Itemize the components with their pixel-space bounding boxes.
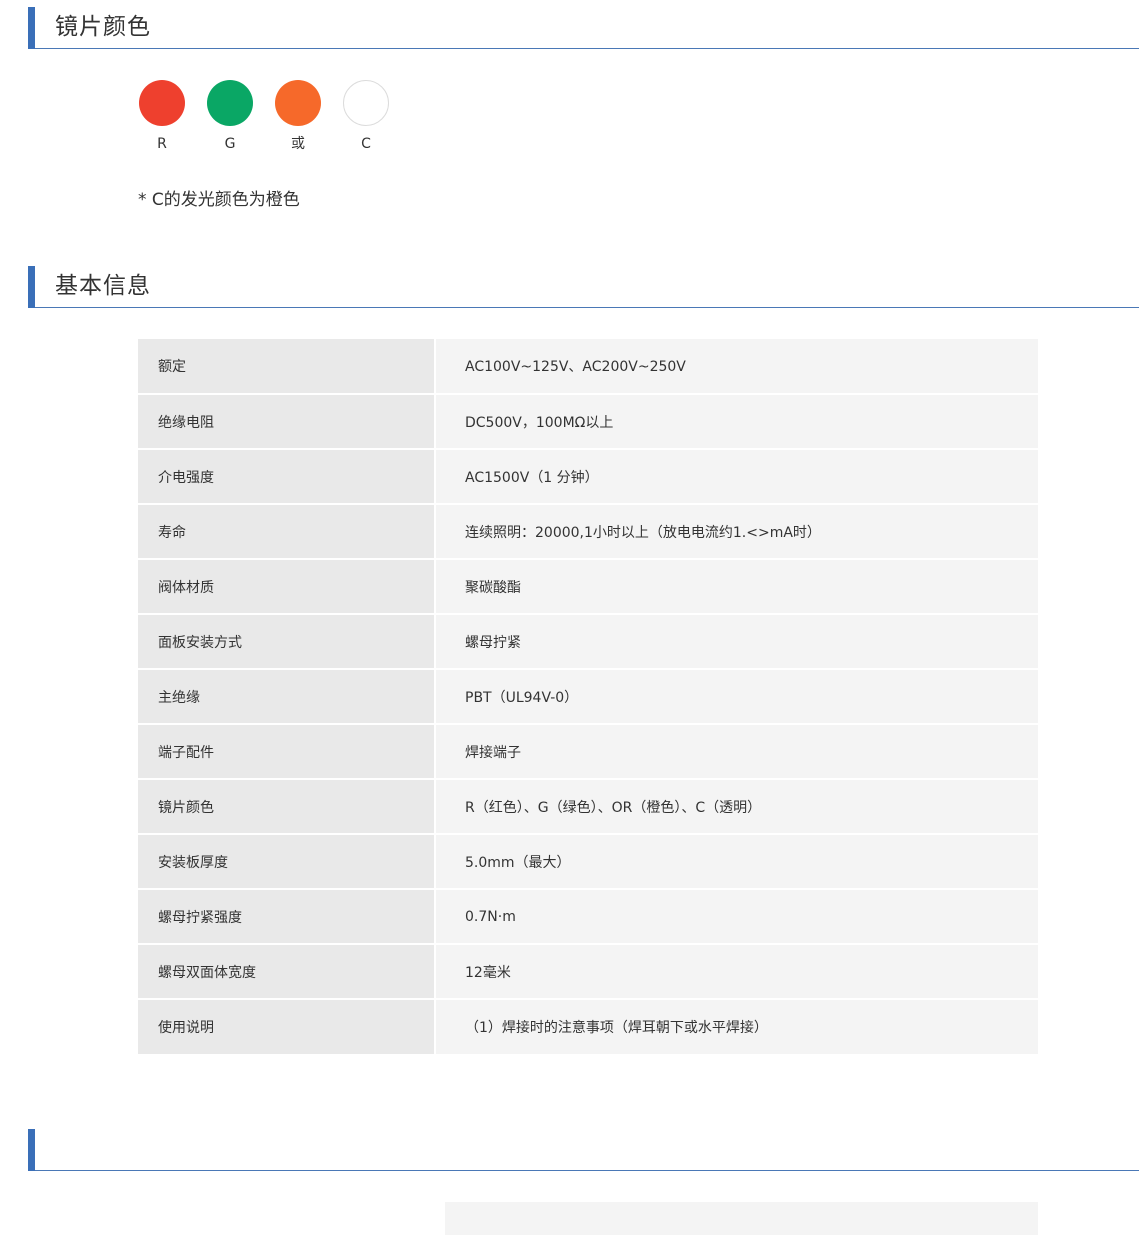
spec-value: 焊接端子 xyxy=(435,724,1038,780)
spec-key: 介电强度 xyxy=(138,449,436,505)
table-row: 镜片颜色 R（红色）、G（绿色）、OR（橙色）、C（透明） xyxy=(138,779,1038,835)
table-row: 主绝缘 PBT（UL94V-0） xyxy=(138,669,1038,725)
next-table-fragment xyxy=(445,1202,1038,1235)
section-accent-bar xyxy=(28,1129,35,1171)
table-row: 面板安装方式 螺母拧紧 xyxy=(138,614,1038,670)
section-header-third xyxy=(28,1129,1139,1171)
spec-value: AC100V~125V、AC200V~250V xyxy=(435,339,1038,395)
section-title: 基本信息 xyxy=(55,273,151,299)
spec-value: 12毫米 xyxy=(435,944,1038,1000)
lens-color-note: * C的发光颜色为橙色 xyxy=(138,190,300,210)
table-row: 寿命 连续照明：20000,1小时以上（放电电流约1.<>mA时） xyxy=(138,504,1038,560)
table-row: 螺母双面体宽度 12毫米 xyxy=(138,944,1038,1000)
section-header-lens-color: 镜片颜色 xyxy=(28,7,1139,49)
spec-value: PBT（UL94V-0） xyxy=(435,669,1038,725)
table-row: 绝缘电阻 DC500V，100MΩ以上 xyxy=(138,394,1038,450)
spec-key: 使用说明 xyxy=(138,999,436,1054)
color-dot xyxy=(275,80,321,126)
spec-key: 螺母双面体宽度 xyxy=(138,944,436,1000)
swatch-label: R xyxy=(157,136,167,152)
color-dot xyxy=(343,80,389,126)
spec-value: 连续照明：20000,1小时以上（放电电流约1.<>mA时） xyxy=(435,504,1038,560)
swatch-green: G xyxy=(206,80,254,152)
swatch-label: 或 xyxy=(291,136,305,152)
spec-table-body: 额定 AC100V~125V、AC200V~250V 绝缘电阻 DC500V，100M… xyxy=(138,339,1038,1054)
table-row: 额定 AC100V~125V、AC200V~250V xyxy=(138,339,1038,395)
color-dot xyxy=(139,80,185,126)
section-accent-bar xyxy=(28,266,35,308)
spec-table: 额定 AC100V~125V、AC200V~250V 绝缘电阻 DC500V，100M… xyxy=(138,339,1038,1054)
table-row: 安装板厚度 5.0mm（最大） xyxy=(138,834,1038,890)
spec-value: AC1500V（1 分钟） xyxy=(435,449,1038,505)
spec-key: 额定 xyxy=(138,339,436,395)
section-title: 镜片颜色 xyxy=(55,14,151,40)
spec-key: 安装板厚度 xyxy=(138,834,436,890)
color-dot xyxy=(207,80,253,126)
spec-key: 寿命 xyxy=(138,504,436,560)
spec-key: 螺母拧紧强度 xyxy=(138,889,436,945)
table-row: 端子配件 焊接端子 xyxy=(138,724,1038,780)
table-row: 使用说明 （1）焊接时的注意事项（焊耳朝下或水平焊接） xyxy=(138,999,1038,1054)
spec-value: 聚碳酸酯 xyxy=(435,559,1038,615)
spec-value: 螺母拧紧 xyxy=(435,614,1038,670)
spec-key: 阀体材质 xyxy=(138,559,436,615)
spec-value: （1）焊接时的注意事项（焊耳朝下或水平焊接） xyxy=(435,999,1038,1054)
spec-key: 镜片颜色 xyxy=(138,779,436,835)
section-accent-bar xyxy=(28,7,35,49)
table-row: 介电强度 AC1500V（1 分钟） xyxy=(138,449,1038,505)
swatch-red: R xyxy=(138,80,186,152)
swatch-label: C xyxy=(361,136,371,152)
spec-key: 面板安装方式 xyxy=(138,614,436,670)
swatch-label: G xyxy=(224,136,236,152)
table-row: 阀体材质 聚碳酸酯 xyxy=(138,559,1038,615)
table-row: 螺母拧紧强度 0.7N·m xyxy=(138,889,1038,945)
section-header-basic-info: 基本信息 xyxy=(28,266,1139,308)
spec-value: DC500V，100MΩ以上 xyxy=(435,394,1038,450)
swatch-orange: 或 xyxy=(274,80,322,152)
spec-key: 绝缘电阻 xyxy=(138,394,436,450)
spec-value: 0.7N·m xyxy=(435,889,1038,945)
swatch-clear: C xyxy=(342,80,390,152)
spec-key: 端子配件 xyxy=(138,724,436,780)
spec-value: R（红色）、G（绿色）、OR（橙色）、C（透明） xyxy=(435,779,1038,835)
spec-value: 5.0mm（最大） xyxy=(435,834,1038,890)
spec-key: 主绝缘 xyxy=(138,669,436,725)
